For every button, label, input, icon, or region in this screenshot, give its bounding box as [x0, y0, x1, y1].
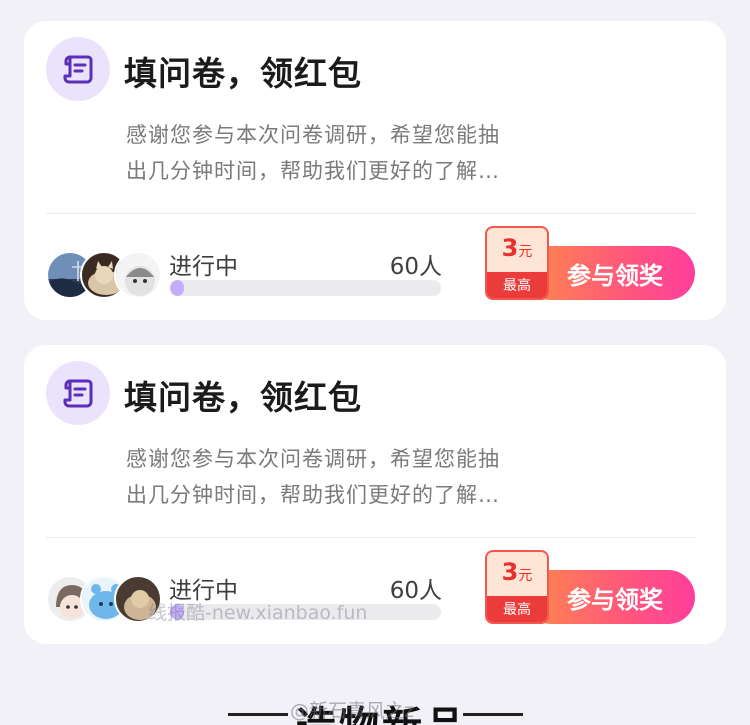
scroll-survey-icon: [46, 361, 110, 425]
participant-count: 60人: [389, 254, 442, 280]
survey-card[interactable]: 填问卷，领红包 感谢您参与本次问卷调研，希望您能抽出几分钟时间，帮助我们更好的了…: [24, 345, 726, 644]
status-label: 进行中: [169, 254, 238, 280]
reward-amount: 3元: [487, 234, 547, 262]
reward-badge: 3元 最高: [485, 550, 549, 624]
reward-amount-number: 3: [501, 234, 519, 262]
divider: [46, 213, 696, 214]
section-line-right: [463, 713, 523, 716]
section-line-left: [228, 713, 288, 716]
survey-description: 感谢您参与本次问卷调研，希望您能抽出几分钟时间，帮助我们更好的了解…: [126, 447, 500, 507]
join-reward-button[interactable]: 参与领奖: [524, 570, 695, 624]
reward-amount: 3元: [487, 558, 547, 586]
survey-title: 填问卷，领红包: [124, 378, 362, 417]
reward-max-label: 最高: [487, 272, 547, 298]
survey-description: 感谢您参与本次问卷调研，希望您能抽出几分钟时间，帮助我们更好的了解…: [126, 123, 500, 183]
reward-amount-unit: 元: [518, 568, 533, 584]
survey-page: 填问卷，领红包 感谢您参与本次问卷调研，希望您能抽出几分钟时间，帮助我们更好的了…: [0, 0, 750, 725]
participant-count: 60人: [389, 578, 442, 604]
watermark: 线报酷-new.xianbao.fun: [148, 602, 368, 624]
join-reward-button[interactable]: 参与领奖: [524, 246, 695, 300]
reward-max-label: 最高: [487, 596, 547, 622]
reward-amount-number: 3: [501, 558, 519, 586]
survey-card[interactable]: 填问卷，领红包 感谢您参与本次问卷调研，希望您能抽出几分钟时间，帮助我们更好的了…: [24, 21, 726, 320]
divider: [46, 537, 696, 538]
participant-avatars: [46, 251, 166, 301]
progress-bar: [170, 280, 441, 296]
overlay-watermark: @新石青风之z: [290, 700, 414, 722]
reward-amount-unit: 元: [518, 244, 533, 260]
scroll-survey-icon: [46, 37, 110, 101]
survey-title: 填问卷，领红包: [124, 54, 362, 93]
cartoon-avatar: [114, 251, 162, 299]
reward-badge: 3元 最高: [485, 226, 549, 300]
progress-fill: [170, 280, 184, 296]
